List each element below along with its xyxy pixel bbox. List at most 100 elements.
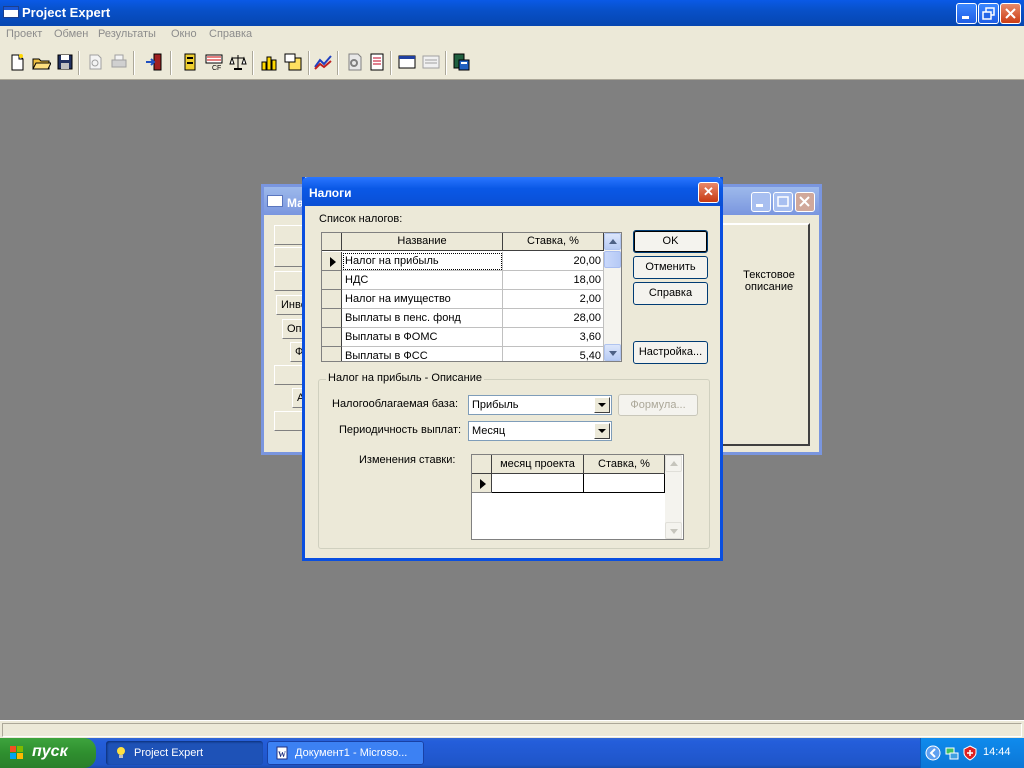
table-row[interactable]: Налог на имущество 2,00 (322, 290, 604, 309)
report-button[interactable] (283, 52, 303, 72)
restore-button[interactable] (978, 3, 999, 24)
save-button[interactable] (55, 52, 75, 72)
dialog-titlebar[interactable]: Налоги ✕ (302, 177, 723, 206)
cancel-button[interactable]: Отменить (633, 256, 708, 279)
rate-changes-grid[interactable]: месяц проекта Ставка, % (471, 454, 684, 540)
taskbar: пуск Project Expert W Документ1 - Micros… (0, 738, 1024, 768)
tax-rate-cell[interactable]: 2,00 (503, 290, 604, 309)
tax-name-cell[interactable]: НДС (342, 271, 503, 290)
tax-name-cell[interactable]: Выплаты в пенс. фонд (342, 309, 503, 328)
table-row[interactable] (472, 474, 665, 493)
open-project-button[interactable] (31, 52, 51, 72)
taxes-list-label: Список налогов: (319, 213, 403, 225)
svg-text:CF: CF (212, 65, 221, 72)
tax-base-dropdown-button[interactable] (594, 397, 610, 413)
menu-window[interactable]: Окно (171, 28, 197, 40)
chevron-down-icon (598, 429, 606, 433)
taxes-grid-scrollbar[interactable] (604, 233, 621, 361)
scroll-thumb[interactable] (604, 251, 621, 268)
menu-results[interactable]: Результаты (98, 28, 156, 40)
scroll-up-arrow-icon (609, 239, 617, 244)
scroll-up-button[interactable] (604, 233, 621, 250)
table-row[interactable]: Выплаты в пенс. фонд 28,00 (322, 309, 604, 328)
app-close-button[interactable] (1000, 3, 1021, 24)
tax-name-cell[interactable]: Налог на прибыль (342, 252, 503, 271)
start-button[interactable]: пуск (0, 738, 96, 768)
tax-name-cell[interactable]: Налог на имущество (342, 290, 503, 309)
network-icon[interactable] (944, 745, 960, 761)
tax-name-cell[interactable]: Выплаты в ФСС (342, 347, 503, 361)
formula-button[interactable]: Формула... (618, 394, 698, 416)
save-icon (57, 54, 73, 70)
project-month-cell[interactable] (492, 474, 584, 493)
app-titlebar[interactable]: Project Expert (0, 0, 1024, 26)
tray-expand-icon[interactable] (925, 745, 941, 761)
text-document-icon (370, 53, 384, 71)
table-row[interactable]: Выплаты в ФОМС 3,60 (322, 328, 604, 347)
maximize-icon (777, 196, 789, 207)
payment-period-select[interactable]: Месяц (468, 421, 612, 441)
exit-button[interactable] (144, 52, 164, 72)
balance-button[interactable] (228, 52, 248, 72)
window-button[interactable] (397, 52, 417, 72)
tax-rate-cell[interactable]: 18,00 (503, 271, 604, 290)
scroll-down-button[interactable] (665, 522, 682, 539)
schedule-button[interactable] (180, 52, 200, 72)
project-maximize-button[interactable] (773, 192, 793, 212)
tax-base-select[interactable]: Прибыль (468, 395, 612, 415)
text-report-button[interactable] (367, 52, 387, 72)
payment-period-label: Периодичность выплат: (339, 424, 462, 436)
report-icon (284, 53, 302, 71)
cash-flow-button[interactable]: CF (204, 52, 224, 72)
menu-exchange[interactable]: Обмен (54, 28, 88, 40)
scroll-down-button[interactable] (604, 344, 621, 361)
column-header-name[interactable]: Название (342, 233, 503, 251)
text-description-panel[interactable]: Текстовое описание (719, 223, 810, 446)
grid-corner-header (472, 455, 492, 474)
settings-doc-button[interactable] (344, 52, 364, 72)
settings-button[interactable]: Настройка... (633, 341, 708, 364)
row-indicator (322, 252, 342, 271)
payment-period-dropdown-button[interactable] (594, 423, 610, 439)
dialog-close-button[interactable]: ✕ (698, 182, 719, 203)
scroll-up-button[interactable] (665, 455, 682, 472)
menu-project[interactable]: Проект (6, 28, 42, 40)
column-header-project-month[interactable]: месяц проекта (492, 455, 584, 474)
help-button[interactable]: Справка (633, 282, 708, 305)
print-preview-button[interactable] (85, 52, 105, 72)
table-row[interactable]: Налог на прибыль 20,00 (322, 252, 604, 271)
row-indicator (472, 474, 492, 493)
analysis-button[interactable] (259, 52, 279, 72)
project-minimize-button[interactable] (751, 192, 771, 212)
clock[interactable]: 14:44 (983, 746, 1011, 758)
tax-rate-cell[interactable]: 3,60 (503, 328, 604, 347)
table-row[interactable]: Выплаты в ФСС 5,40 (322, 347, 604, 361)
ok-button[interactable]: OK (633, 230, 708, 253)
tax-name-cell[interactable]: Выплаты в ФОМС (342, 328, 503, 347)
tax-rate-cell[interactable]: 5,40 (503, 347, 604, 361)
scroll-up-arrow-icon (670, 461, 678, 466)
taskbar-item-project-expert[interactable]: Project Expert (106, 741, 263, 765)
security-shield-icon[interactable] (962, 745, 978, 761)
minimize-button[interactable] (956, 3, 977, 24)
new-project-button[interactable] (7, 52, 27, 72)
project-close-button[interactable] (795, 192, 815, 212)
print-button[interactable] (109, 52, 129, 72)
calculator-button[interactable] (451, 52, 471, 72)
column-header-change-rate[interactable]: Ставка, % (584, 455, 665, 474)
graphics-button[interactable] (313, 52, 333, 72)
change-rate-cell[interactable] (584, 474, 665, 493)
toolbar: CF (0, 44, 1024, 80)
column-header-rate[interactable]: Ставка, % (503, 233, 604, 251)
table-row[interactable]: НДС 18,00 (322, 271, 604, 290)
app-window-icon[interactable] (3, 6, 19, 18)
taxes-grid[interactable]: Название Ставка, % Налог на прибыль 20,0… (321, 232, 622, 362)
cascade-button[interactable] (421, 52, 441, 72)
tax-rate-cell[interactable]: 28,00 (503, 309, 604, 328)
taskbar-item-word-document[interactable]: W Документ1 - Microso... (267, 741, 424, 765)
status-panel (2, 723, 1022, 737)
rate-changes-scrollbar[interactable] (665, 455, 682, 539)
open-folder-icon (32, 58, 51, 70)
menu-help[interactable]: Справка (209, 28, 252, 40)
tax-rate-cell[interactable]: 20,00 (503, 252, 604, 271)
